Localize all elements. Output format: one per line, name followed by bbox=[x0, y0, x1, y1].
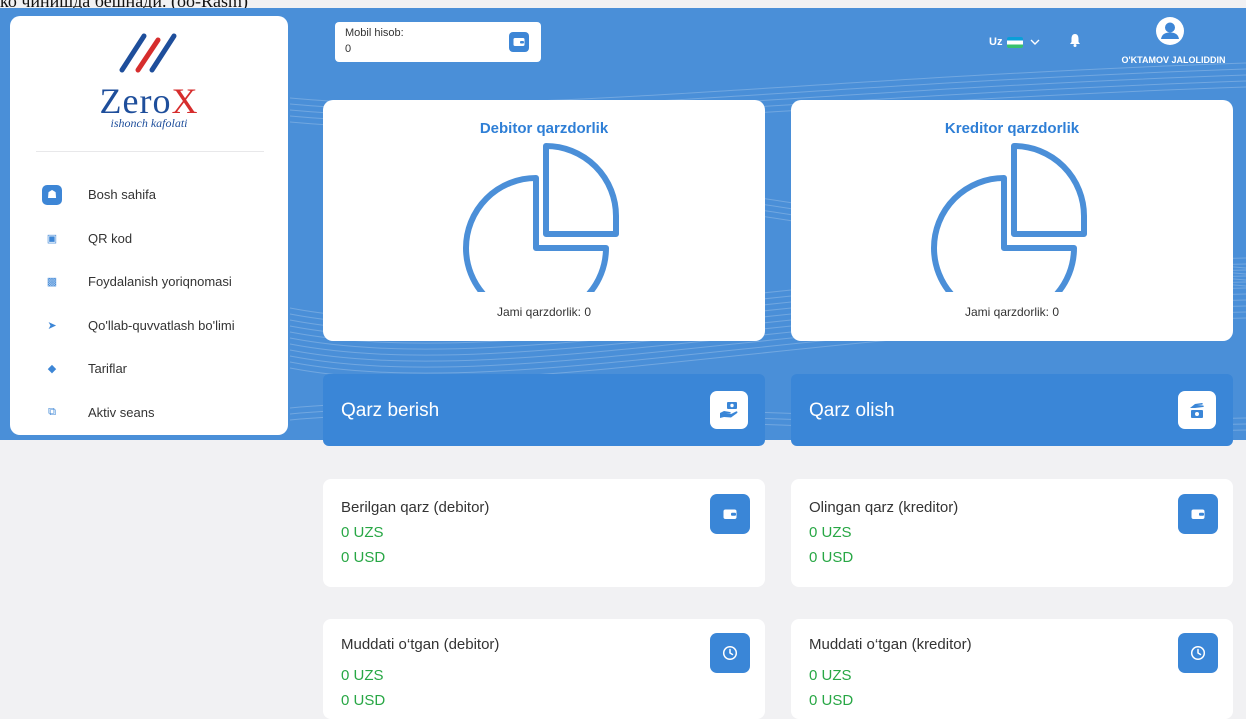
qr-code-icon: ▣ bbox=[46, 232, 58, 245]
given-loan-label: Berilgan qarz (debitor) bbox=[341, 499, 490, 516]
book-icon: ▩ bbox=[46, 276, 58, 289]
send-icon: ➤ bbox=[47, 319, 57, 332]
take-loan-icon-button[interactable] bbox=[1178, 391, 1216, 429]
sidebar-item-bosh-sahifa[interactable]: ☗ Bosh sahifa bbox=[10, 173, 288, 217]
take-loan-label: Qarz olish bbox=[809, 400, 895, 421]
kreditor-chart-title: Kreditor qarzdorlik bbox=[944, 120, 1080, 137]
overdue-debitor-clock-button[interactable] bbox=[710, 633, 750, 673]
take-loan-button[interactable]: Qarz olish bbox=[791, 374, 1233, 446]
devices-icon: ⧉ bbox=[48, 405, 56, 418]
pie-chart-icon bbox=[931, 143, 1087, 292]
sidebar-item-support[interactable]: ➤ Qo'llab-quvvatlash bo'limi bbox=[10, 304, 288, 348]
wallet-icon bbox=[1191, 509, 1205, 519]
clock-icon bbox=[1190, 645, 1206, 661]
brand-logo[interactable]: ZeroX ishonch kafolati bbox=[10, 16, 288, 141]
sidebar-nav: ☗ Bosh sahifa ▣ QR kod ▩ Foydalanish yor… bbox=[10, 173, 288, 434]
sidebar-divider bbox=[36, 151, 264, 152]
language-code: Uz bbox=[989, 36, 1003, 48]
received-loan-card: Olingan qarz (kreditor) 0 UZS 0 USD bbox=[791, 479, 1233, 587]
wallet-button[interactable] bbox=[509, 32, 529, 52]
debitor-chart-title: Debitor qarzdorlik bbox=[479, 120, 609, 137]
uzbekistan-flag-icon bbox=[1007, 36, 1024, 48]
given-loan-wallet-button[interactable] bbox=[710, 494, 750, 534]
given-loan-uzs: 0 UZS bbox=[341, 524, 384, 541]
money-receive-icon bbox=[1190, 403, 1204, 418]
kreditor-chart-card: Kreditor qarzdorlik Jami qarzdorlik: 0 bbox=[791, 100, 1233, 341]
sidebar-item-label: Aktiv seans bbox=[88, 404, 155, 420]
overdue-debitor-label: Muddati o‘tgan (debitor) bbox=[341, 636, 500, 653]
given-loan-usd: 0 USD bbox=[341, 549, 386, 566]
given-loan-card: Berilgan qarz (debitor) 0 UZS 0 USD bbox=[323, 479, 765, 587]
sidebar-item-label: QR kod bbox=[88, 230, 133, 246]
bell-icon[interactable] bbox=[1069, 33, 1081, 47]
received-loan-uzs: 0 UZS bbox=[809, 524, 852, 541]
tag-icon: ◆ bbox=[47, 363, 57, 376]
sidebar-item-foydalanish[interactable]: ▩ Foydalanish yoriqnomasi bbox=[10, 260, 288, 304]
give-loan-label: Qarz berish bbox=[341, 400, 440, 421]
overdue-kreditor-uzs: 0 UZS bbox=[809, 667, 852, 684]
received-loan-label: Olingan qarz (kreditor) bbox=[809, 499, 959, 516]
wallet-icon bbox=[723, 509, 737, 519]
zerox-logo-icon bbox=[119, 33, 177, 73]
sidebar: ZeroX ishonch kafolati ☗ Bosh sahifa ▣ Q… bbox=[10, 16, 288, 435]
user-avatar[interactable] bbox=[1156, 17, 1184, 45]
overdue-kreditor-usd: 0 USD bbox=[809, 692, 854, 709]
debitor-chart-total: Jami qarzdorlik: 0 bbox=[496, 305, 592, 319]
received-loan-usd: 0 USD bbox=[809, 549, 854, 566]
chevron-down-icon bbox=[1030, 39, 1040, 45]
give-loan-button[interactable]: Qarz berish bbox=[323, 374, 765, 446]
wallet-icon bbox=[513, 38, 525, 46]
give-loan-icon-button[interactable] bbox=[710, 391, 748, 429]
mobile-balance-label: Mobil hisob: bbox=[345, 27, 404, 39]
language-selector[interactable]: Uz bbox=[989, 36, 1040, 48]
user-name[interactable]: O'KTAMOV JALOLIDDIN bbox=[1111, 55, 1236, 65]
overdue-kreditor-label: Muddati o‘tgan (kreditor) bbox=[809, 636, 972, 653]
overdue-debitor-uzs: 0 UZS bbox=[341, 667, 384, 684]
page-caption: ко чинишда бешнади. (оо-Rasm) bbox=[0, 0, 248, 8]
overdue-kreditor-clock-button[interactable] bbox=[1178, 633, 1218, 673]
pie-chart-icon bbox=[463, 143, 619, 292]
clock-icon bbox=[722, 645, 738, 661]
kreditor-chart-total: Jami qarzdorlik: 0 bbox=[964, 305, 1060, 319]
home-icon: ☗ bbox=[42, 184, 62, 205]
sidebar-item-label: Bosh sahifa bbox=[88, 187, 156, 203]
brand-tagline: ishonch kafolati bbox=[110, 116, 188, 130]
sidebar-item-qr-kod[interactable]: ▣ QR kod bbox=[10, 217, 288, 261]
sidebar-item-aktiv-seans[interactable]: ⧉ Aktiv seans bbox=[10, 391, 288, 435]
sidebar-item-label: Foydalanish yoriqnomasi bbox=[88, 274, 232, 290]
mobile-balance-box: Mobil hisob: 0 bbox=[335, 22, 541, 62]
sidebar-item-label: Tariflar bbox=[88, 361, 128, 377]
debitor-chart-card: Debitor qarzdorlik Jami qarzdorlik: 0 bbox=[323, 100, 765, 341]
overdue-kreditor-card: Muddati o‘tgan (kreditor) 0 UZS 0 USD bbox=[791, 619, 1233, 719]
overdue-debitor-card: Muddati o‘tgan (debitor) 0 UZS 0 USD bbox=[323, 619, 765, 719]
sidebar-item-label: Qo'llab-quvvatlash bo'limi bbox=[88, 317, 235, 333]
overdue-debitor-usd: 0 USD bbox=[341, 692, 386, 709]
money-hand-icon bbox=[720, 402, 738, 418]
received-loan-wallet-button[interactable] bbox=[1178, 494, 1218, 534]
user-icon bbox=[1161, 22, 1179, 39]
sidebar-item-tariflar[interactable]: ◆ Tariflar bbox=[10, 347, 288, 391]
mobile-balance-value: 0 bbox=[345, 43, 352, 55]
